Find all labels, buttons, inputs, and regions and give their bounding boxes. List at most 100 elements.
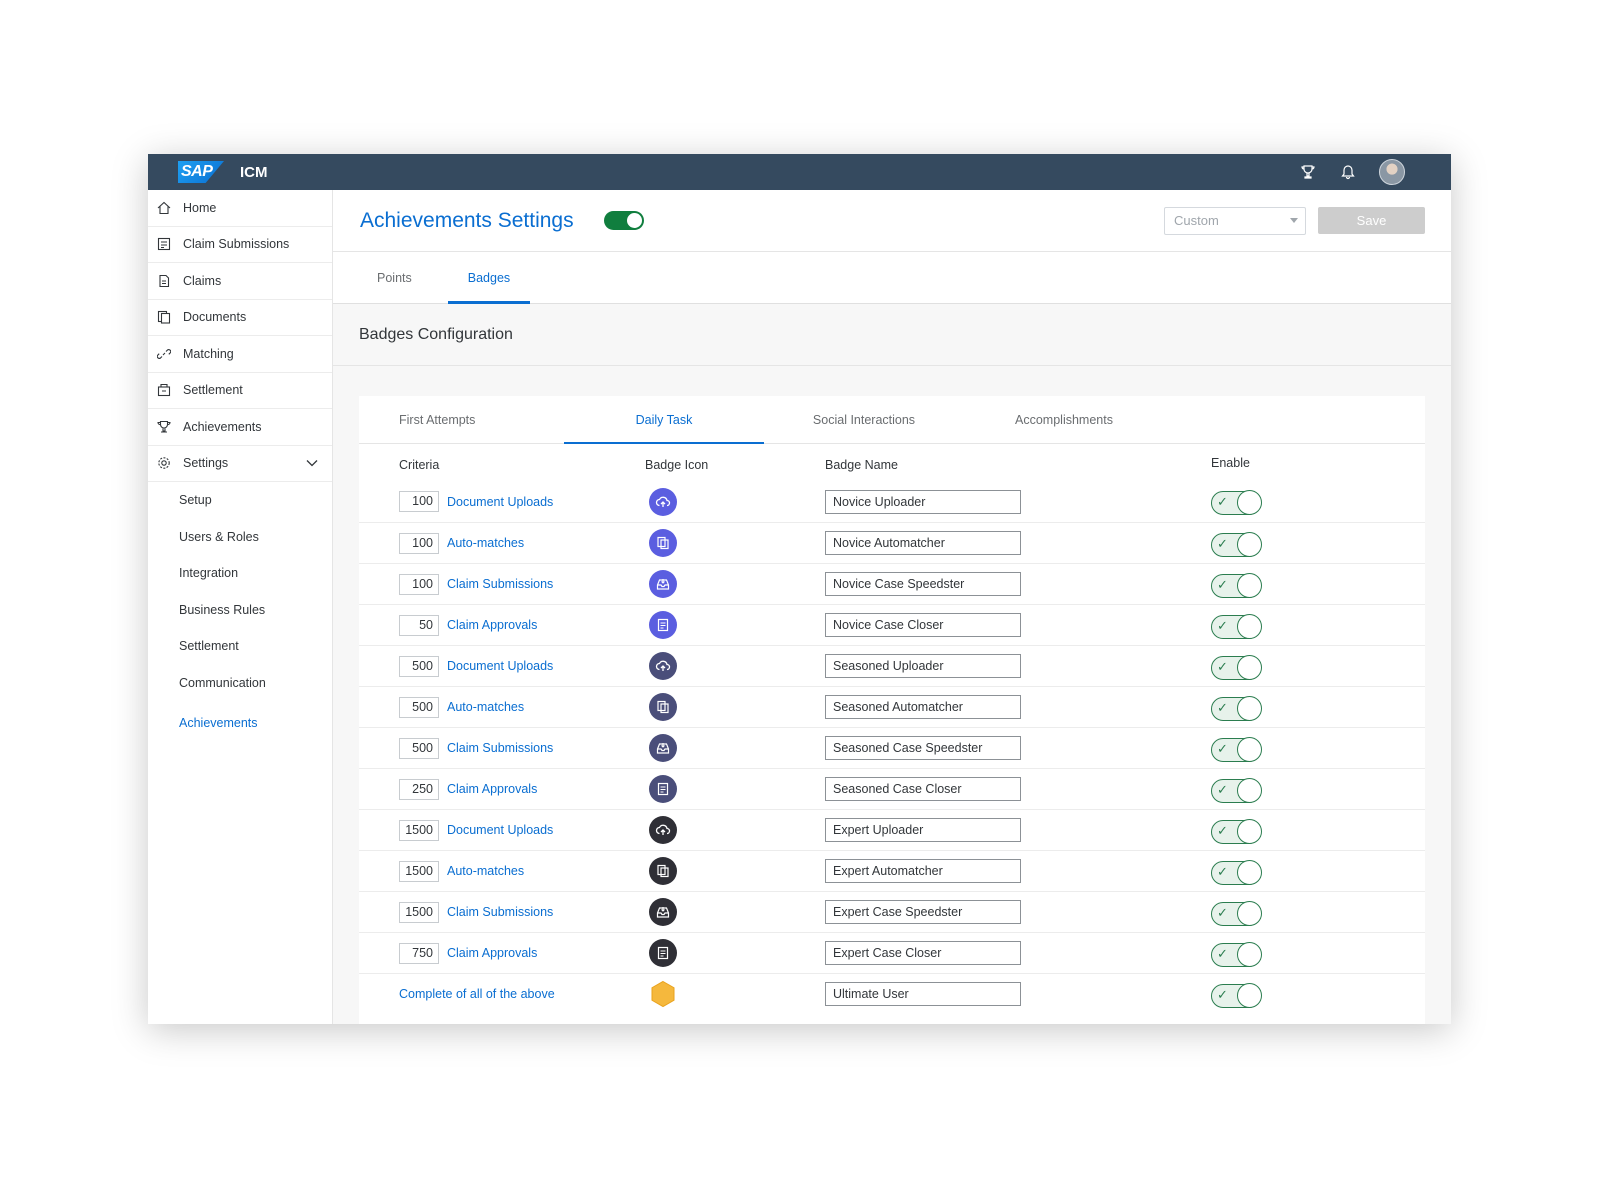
documents-icon: [649, 529, 677, 557]
criteria-link[interactable]: Claim Approvals: [447, 618, 537, 632]
column-header-badge-name: Badge Name: [825, 458, 898, 472]
caret-down-icon: [1290, 218, 1298, 223]
enable-toggle[interactable]: ✓: [1211, 655, 1262, 680]
achievements-enabled-toggle[interactable]: [603, 211, 644, 230]
criteria-count-input[interactable]: 50: [399, 614, 439, 636]
check-icon: ✓: [1217, 823, 1228, 838]
sidebar-item-documents[interactable]: Documents: [148, 300, 332, 336]
tab-points[interactable]: Points: [349, 252, 440, 304]
sidebar-item-achievements[interactable]: Achievements: [148, 409, 332, 446]
subtab-accomplishments[interactable]: Accomplishments: [964, 396, 1164, 444]
trophy-icon: [156, 419, 172, 435]
criteria-link[interactable]: Claim Approvals: [447, 946, 537, 960]
page-title: Achievements Settings: [360, 208, 574, 232]
criteria-link[interactable]: Document Uploads: [447, 495, 553, 509]
sidebar-item-label: Documents: [183, 310, 247, 325]
table-row: 1500 Claim Submissions ✓: [359, 891, 1425, 932]
enable-toggle[interactable]: ✓: [1211, 614, 1262, 639]
criteria-link[interactable]: Claim Approvals: [447, 782, 537, 796]
sidebar-item-settings[interactable]: Settings: [148, 446, 332, 482]
badge-name-input[interactable]: [825, 613, 1021, 637]
sidebar-item-home[interactable]: Home: [148, 190, 332, 227]
sidebar: Home Claim Submissions Claims Documents …: [148, 190, 333, 1024]
badge-name-input[interactable]: [825, 818, 1021, 842]
criteria-count-input[interactable]: 1500: [399, 819, 439, 841]
table-row: 100 Auto-matches ✓: [359, 522, 1425, 563]
check-icon: ✓: [1217, 946, 1228, 961]
badge-name-input[interactable]: [825, 777, 1021, 801]
criteria-count-input[interactable]: 1500: [399, 901, 439, 923]
criteria-link[interactable]: Claim Submissions: [447, 905, 553, 919]
badge-name-input[interactable]: [825, 489, 1021, 514]
shell-bar: SAP ICM: [148, 154, 1451, 190]
badge-name-input[interactable]: [825, 859, 1021, 883]
sidebar-subitem-settlement[interactable]: Settlement: [148, 628, 332, 665]
enable-toggle[interactable]: ✓: [1211, 983, 1262, 1008]
sidebar-item-claim-submissions[interactable]: Claim Submissions: [148, 227, 332, 263]
subtab-social-interactions[interactable]: Social Interactions: [764, 396, 964, 444]
enable-toggle[interactable]: ✓: [1211, 696, 1262, 721]
sidebar-item-settlement[interactable]: Settlement: [148, 373, 332, 409]
criteria-link[interactable]: Auto-matches: [447, 864, 524, 878]
trophy-icon[interactable]: [1299, 163, 1317, 181]
enable-toggle[interactable]: ✓: [1211, 778, 1262, 803]
criteria-count-input[interactable]: 250: [399, 778, 439, 800]
badge-name-input[interactable]: [825, 900, 1021, 924]
badge-name-input[interactable]: [825, 941, 1021, 965]
bell-icon[interactable]: [1339, 163, 1357, 181]
check-icon: ✓: [1217, 700, 1228, 715]
subtab-daily-task[interactable]: Daily Task: [564, 396, 764, 444]
app-window: SAP ICM Home Claim Submissions Claims Do…: [148, 154, 1451, 1024]
criteria-count-input[interactable]: 100: [399, 573, 439, 595]
criteria-count-input[interactable]: 500: [399, 655, 439, 677]
enable-toggle[interactable]: ✓: [1211, 901, 1262, 926]
approval-icon: [649, 939, 677, 967]
variant-select[interactable]: Custom: [1164, 206, 1306, 235]
save-button[interactable]: Save: [1318, 207, 1425, 234]
sidebar-subitem-business-rules[interactable]: Business Rules: [148, 592, 332, 629]
sidebar-item-label: Claim Submissions: [183, 237, 290, 252]
criteria-link[interactable]: Claim Submissions: [447, 741, 553, 755]
criteria-link[interactable]: Auto-matches: [447, 700, 524, 714]
enable-toggle[interactable]: ✓: [1211, 860, 1262, 885]
sidebar-subitem-achievements[interactable]: Achievements: [148, 705, 332, 742]
criteria-link[interactable]: Auto-matches: [447, 536, 524, 550]
criteria-count-input[interactable]: 500: [399, 737, 439, 759]
sidebar-subitem-users-roles[interactable]: Users & Roles: [148, 519, 332, 556]
criteria-link[interactable]: Document Uploads: [447, 659, 553, 673]
check-icon: ✓: [1217, 494, 1228, 509]
badge-name-input[interactable]: [825, 654, 1021, 678]
enable-toggle[interactable]: ✓: [1211, 942, 1262, 967]
sidebar-item-matching[interactable]: Matching: [148, 336, 332, 373]
badge-name-input[interactable]: [825, 982, 1021, 1006]
sidebar-subitem-integration[interactable]: Integration: [148, 555, 332, 592]
criteria-link[interactable]: Complete of all of the above: [399, 987, 555, 1001]
chevron-down-icon[interactable]: [306, 456, 318, 470]
criteria-count-input[interactable]: 1500: [399, 860, 439, 882]
enable-toggle[interactable]: ✓: [1211, 490, 1262, 515]
check-icon: ✓: [1217, 782, 1228, 797]
avatar[interactable]: [1379, 159, 1405, 185]
tab-badges[interactable]: Badges: [440, 252, 538, 304]
table-row: 1500 Auto-matches ✓: [359, 850, 1425, 891]
criteria-count-input[interactable]: 100: [399, 532, 439, 554]
enable-toggle[interactable]: ✓: [1211, 819, 1262, 844]
badge-name-input[interactable]: [825, 736, 1021, 760]
enable-toggle[interactable]: ✓: [1211, 737, 1262, 762]
criteria-count-input[interactable]: 100: [399, 491, 439, 512]
criteria-count-input[interactable]: 500: [399, 696, 439, 718]
subtab-first-attempts[interactable]: First Attempts: [359, 396, 564, 444]
badge-name-input[interactable]: [825, 572, 1021, 596]
enable-toggle[interactable]: ✓: [1211, 573, 1262, 598]
link-icon: [156, 346, 172, 362]
sidebar-subitem-communication[interactable]: Communication: [148, 665, 332, 702]
badge-name-input[interactable]: [825, 531, 1021, 555]
sap-logo[interactable]: SAP: [178, 161, 224, 183]
enable-toggle[interactable]: ✓: [1211, 532, 1262, 557]
criteria-count-input[interactable]: 750: [399, 942, 439, 964]
badge-name-input[interactable]: [825, 695, 1021, 719]
criteria-link[interactable]: Document Uploads: [447, 823, 553, 837]
criteria-link[interactable]: Claim Submissions: [447, 577, 553, 591]
sidebar-subitem-setup[interactable]: Setup: [148, 482, 332, 519]
sidebar-item-claims[interactable]: Claims: [148, 263, 332, 300]
